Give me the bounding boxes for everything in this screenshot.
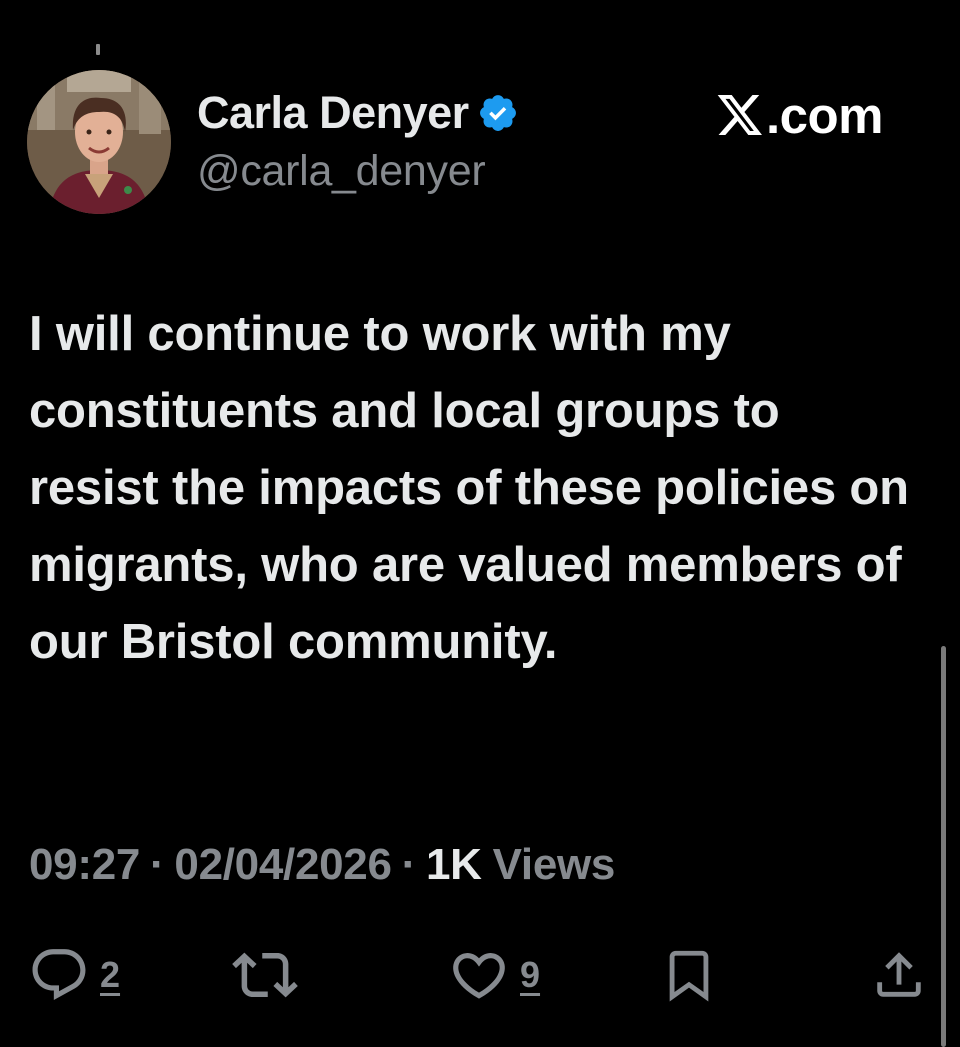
- views-label: Views: [492, 840, 616, 889]
- tweet-meta: 09:27 · 02/04/2026 · 1K Views: [29, 836, 615, 894]
- bookmark-button[interactable]: [660, 940, 718, 1010]
- reply-count: 2: [100, 954, 121, 995]
- meta-separator: ·: [150, 840, 165, 889]
- status-indicator: [96, 44, 100, 55]
- author-name[interactable]: Carla Denyer: [197, 87, 469, 139]
- share-icon: [877, 952, 921, 997]
- like-button[interactable]: 9: [448, 940, 540, 1010]
- verified-badge-icon: [477, 92, 519, 134]
- repost-icon: [232, 952, 298, 998]
- tweet-date[interactable]: 02/04/2026: [174, 840, 392, 890]
- site-label: .com: [716, 86, 884, 144]
- tweet-text: I will continue to work with my constitu…: [29, 307, 909, 669]
- heart-icon: [453, 953, 505, 999]
- avatar-photo: [27, 70, 171, 214]
- reply-button[interactable]: 2: [28, 940, 120, 1010]
- action-bar: 2 9: [0, 940, 960, 1010]
- share-button[interactable]: [870, 940, 928, 1010]
- scrollbar[interactable]: [941, 646, 946, 1047]
- views-count: 1K: [425, 840, 482, 889]
- author-name-row[interactable]: Carla Denyer: [197, 86, 519, 140]
- avatar[interactable]: [27, 70, 171, 214]
- reply-icon: [32, 949, 86, 1001]
- x-logo-icon: [717, 95, 762, 135]
- repost-button[interactable]: [232, 940, 298, 1010]
- author-handle[interactable]: @carla_denyer: [197, 147, 486, 196]
- bookmark-icon: [669, 950, 709, 1002]
- site-label-text: .com: [766, 86, 884, 144]
- like-count: 9: [520, 954, 541, 995]
- tweet-time[interactable]: 09:27: [29, 840, 140, 890]
- meta-separator: ·: [401, 840, 417, 889]
